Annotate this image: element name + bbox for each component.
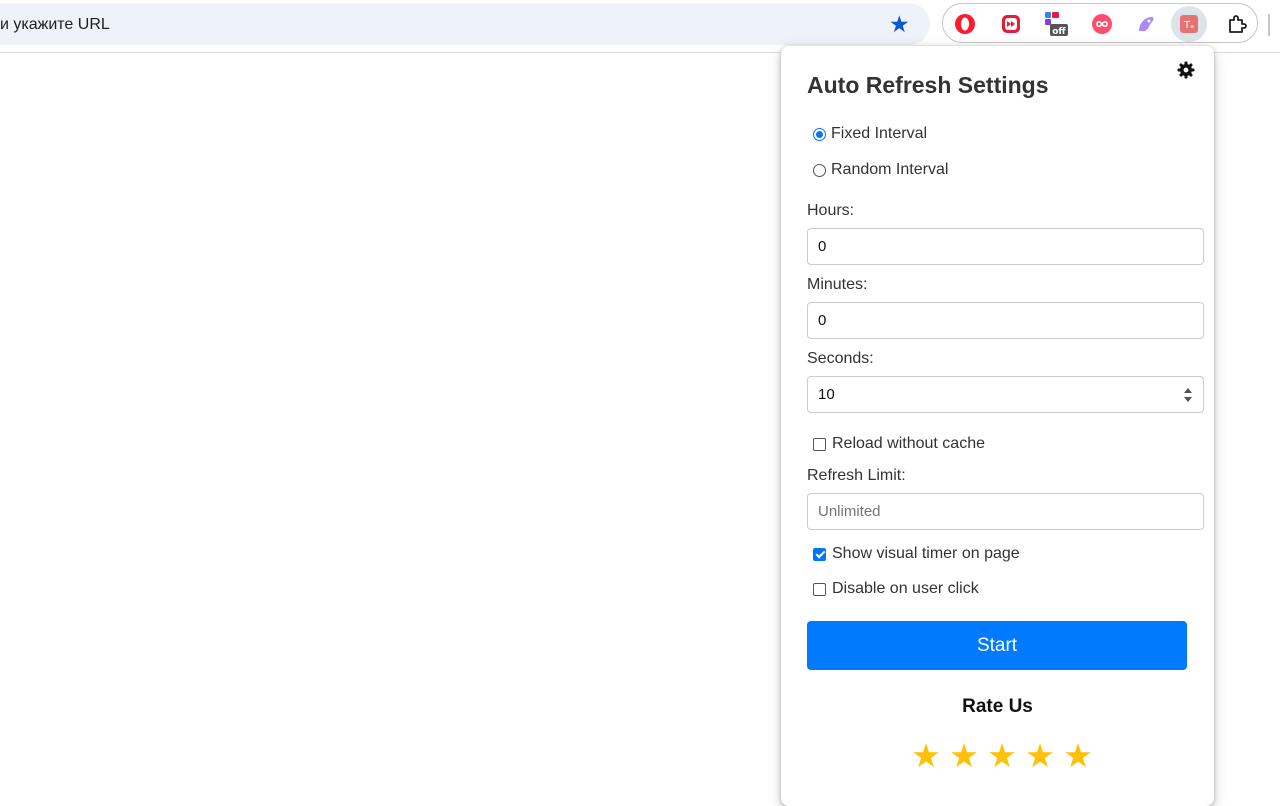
- hours-label: Hours:: [807, 202, 855, 219]
- address-bar-text[interactable]: и укажите URL: [0, 16, 110, 34]
- rate-us-title: Rate Us: [962, 696, 1033, 717]
- gear-icon[interactable]: [1176, 60, 1196, 80]
- rating-star-1[interactable]: ★: [907, 738, 945, 774]
- opera-extension-icon[interactable]: [952, 11, 978, 37]
- disable-on-click-label: Disable on user click: [832, 580, 979, 597]
- toolbar-divider: [1268, 14, 1270, 36]
- minutes-value: 0: [818, 312, 827, 329]
- random-interval-radio[interactable]: [813, 163, 826, 177]
- bookmark-star-icon[interactable]: ★: [889, 12, 910, 36]
- reload-without-cache-checkbox[interactable]: [813, 437, 826, 451]
- popup-title: Auto Refresh Settings: [807, 72, 1049, 98]
- ai-extension-icon[interactable]: [1133, 11, 1159, 37]
- start-button[interactable]: Start: [807, 621, 1187, 670]
- fixed-interval-radio[interactable]: [813, 127, 826, 141]
- svg-text:off: off: [1052, 27, 1066, 37]
- auto-refresh-popup: Auto Refresh Settings Fixed Interval Ran…: [781, 46, 1214, 806]
- minutes-label: Minutes:: [807, 276, 868, 293]
- fixed-interval-label: Fixed Interval: [831, 125, 928, 142]
- show-visual-timer-option[interactable]: Show visual timer on page: [813, 545, 1020, 563]
- hours-input[interactable]: 0: [807, 228, 1204, 265]
- rating-star-5[interactable]: ★: [1059, 738, 1097, 774]
- extensions-group: off Tₐ: [942, 3, 1258, 43]
- disable-on-click-checkbox[interactable]: [813, 582, 826, 596]
- svg-text:Tₐ: Tₐ: [1183, 20, 1194, 31]
- refresh-limit-placeholder: Unlimited: [818, 503, 881, 520]
- reload-without-cache-label: Reload without cache: [832, 435, 985, 452]
- random-interval-option[interactable]: Random Interval: [813, 161, 948, 179]
- rating-stars: ★ ★ ★ ★ ★: [907, 738, 1097, 774]
- disable-on-click-option[interactable]: Disable on user click: [813, 580, 979, 598]
- minutes-input[interactable]: 0: [807, 302, 1204, 339]
- rating-star-2[interactable]: ★: [945, 738, 983, 774]
- refresh-limit-input[interactable]: Unlimited: [807, 493, 1204, 530]
- rating-star-4[interactable]: ★: [1021, 738, 1059, 774]
- fast-forward-extension-icon[interactable]: [998, 11, 1024, 37]
- rating-star-3[interactable]: ★: [983, 738, 1021, 774]
- translator-extension-icon[interactable]: Tₐ: [1171, 6, 1207, 42]
- number-spinner-icon[interactable]: [1184, 388, 1192, 402]
- seconds-input[interactable]: 10: [807, 376, 1204, 413]
- address-bar[interactable]: и укажите URL ★: [0, 3, 930, 45]
- infinity-extension-icon[interactable]: [1089, 11, 1115, 37]
- random-interval-label: Random Interval: [831, 161, 949, 178]
- show-visual-timer-checkbox[interactable]: [813, 547, 826, 561]
- reload-without-cache-option[interactable]: Reload without cache: [813, 435, 985, 453]
- show-visual-timer-label: Show visual timer on page: [832, 545, 1020, 562]
- off-extension-icon[interactable]: off: [1043, 11, 1069, 37]
- refresh-limit-label: Refresh Limit:: [807, 467, 906, 484]
- fixed-interval-option[interactable]: Fixed Interval: [813, 125, 927, 143]
- seconds-value: 10: [818, 386, 835, 403]
- puzzle-extensions-icon[interactable]: [1224, 11, 1250, 37]
- seconds-label: Seconds:: [807, 350, 874, 367]
- hours-value: 0: [818, 238, 827, 255]
